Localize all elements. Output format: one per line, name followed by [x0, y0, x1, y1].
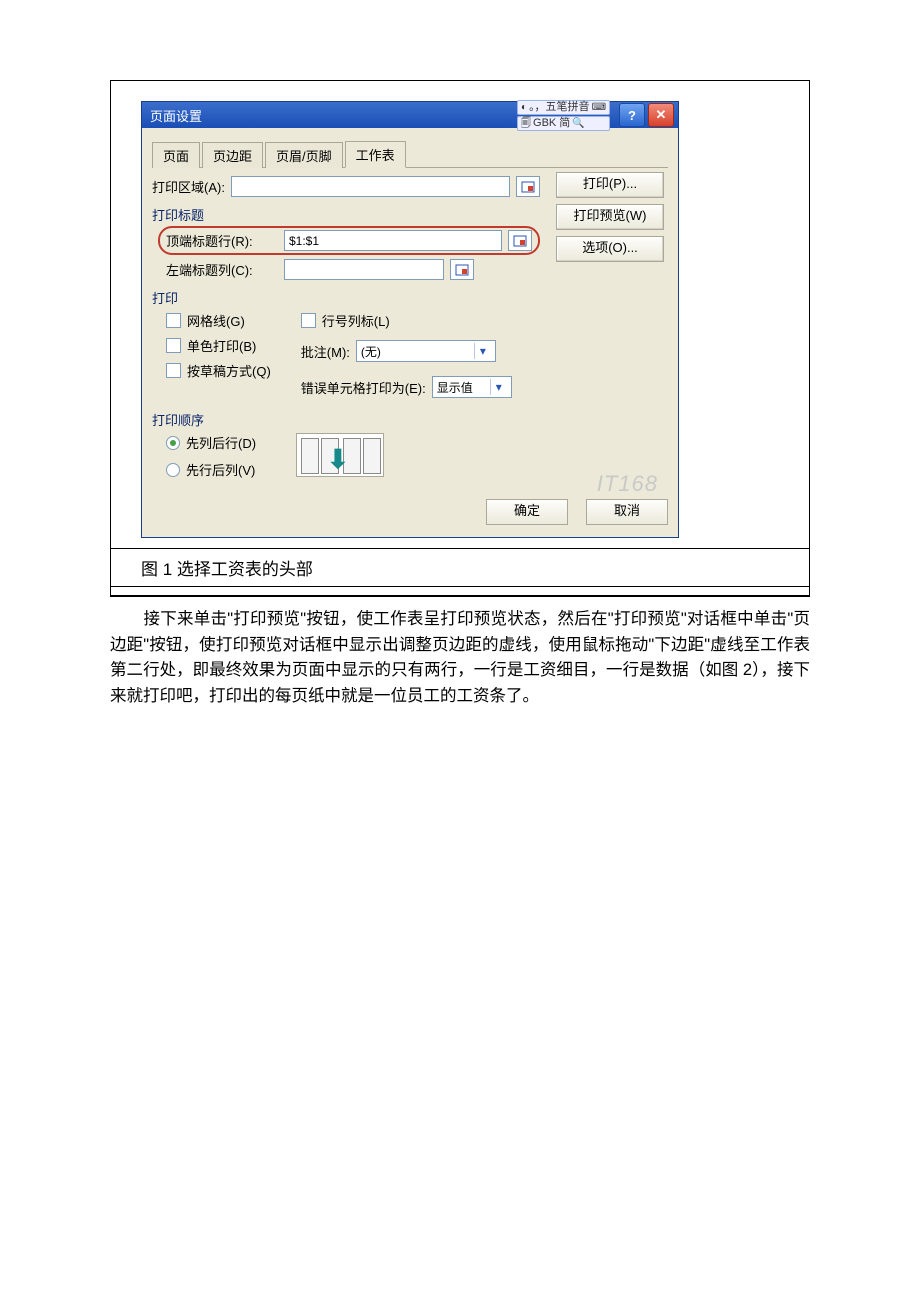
btn-label: 确定	[514, 503, 540, 518]
checkbox-rowcol-headers[interactable]: 行号列标(L)	[301, 311, 512, 330]
checkbox-gridlines[interactable]: 网格线(G)	[166, 311, 271, 330]
btn-label: 取消	[614, 503, 640, 518]
dialog-titlebar: 页面设置 ◐ 。，五笔拼音 ⌨ 🗐 GBK 简 🔍	[142, 102, 678, 128]
input-value: $1:$1	[289, 234, 319, 248]
side-buttons: 打印(P)... 打印预览(W) 选项(O)...	[556, 172, 664, 262]
ok-button[interactable]: 确定	[486, 499, 568, 525]
checkbox-icon	[166, 313, 181, 328]
top-title-row-label: 顶端标题行(R):	[166, 231, 278, 250]
left-title-col-label: 左端标题列(C):	[166, 260, 278, 279]
dialog-body: 页面 页边距 页眉/页脚 工作表 打印(P)... 打印预览(W) 选项(O).…	[142, 128, 678, 537]
select-value: 显示值	[437, 379, 473, 396]
keyboard-small-icon: ⌨	[592, 101, 606, 114]
dialog-title: 页面设置	[150, 106, 202, 125]
tab-label: 页边距	[213, 149, 252, 164]
checkbox-draft[interactable]: 按草稿方式(Q)	[166, 361, 271, 380]
chevron-down-icon: ▾	[474, 343, 491, 359]
radio-label: 先行后列(V)	[186, 460, 255, 479]
chk-label: 行号列标(L)	[322, 311, 390, 330]
top-title-row-input[interactable]: $1:$1	[284, 230, 502, 251]
radio-col-first[interactable]: 先列后行(D)	[166, 433, 256, 452]
left-title-col-input[interactable]	[284, 259, 444, 280]
figure-cell: 页面设置 ◐ 。，五笔拼音 ⌨ 🗐 GBK 简 🔍	[111, 81, 809, 549]
tab-header-footer[interactable]: 页眉/页脚	[265, 142, 343, 168]
ime-row-top: ◐ 。，五笔拼音 ⌨	[517, 100, 610, 115]
ime-top-text: 。，五笔拼音	[529, 101, 590, 114]
tab-margins[interactable]: 页边距	[202, 142, 263, 168]
watermark: IT168	[597, 471, 658, 497]
top-title-row-highlight: 顶端标题行(R): $1:$1	[158, 226, 540, 255]
ime-indicator: ◐ 。，五笔拼音 ⌨ 🗐 GBK 简 🔍	[517, 100, 610, 131]
print-area-input[interactable]	[231, 176, 510, 197]
print-group-label: 打印	[152, 288, 540, 307]
errors-select[interactable]: 显示值 ▾	[432, 376, 512, 398]
errors-label: 错误单元格打印为(E):	[301, 378, 426, 397]
chevron-down-icon: ▾	[490, 379, 507, 395]
range-picker-icon[interactable]	[508, 230, 532, 251]
radio-icon	[166, 436, 180, 450]
left-column: 打印区域(A): 打印标题 顶端标题行(R): $1:$1	[152, 176, 540, 479]
print-button[interactable]: 打印(P)...	[556, 172, 664, 198]
btn-label: 打印预览(W)	[574, 208, 647, 223]
arrow-down-icon: ⬇	[327, 444, 349, 475]
radio-row-first[interactable]: 先行后列(V)	[166, 460, 256, 479]
order-illustration: ⬇	[296, 433, 384, 477]
chk-label: 网格线(G)	[187, 311, 245, 330]
errors-row: 错误单元格打印为(E): 显示值 ▾	[301, 376, 512, 398]
select-value: (无)	[361, 343, 381, 360]
print-order-section: 先列后行(D) 先行后列(V) ⬇	[166, 433, 540, 479]
print-area-label: 打印区域(A):	[152, 177, 225, 196]
range-picker-icon[interactable]	[450, 259, 474, 280]
checkbox-icon	[166, 338, 181, 353]
close-icon: ✕	[656, 107, 667, 123]
chk-label: 单色打印(B)	[187, 336, 256, 355]
figure-caption: 图 1 选择工资表的头部	[111, 549, 809, 587]
left-title-col-row: 左端标题列(C):	[166, 259, 540, 280]
close-button[interactable]: ✕	[648, 103, 674, 127]
comments-select[interactable]: (无) ▾	[356, 340, 496, 362]
print-options: 网格线(G) 单色打印(B) 按草稿方式(Q) 行号列标(L) 批注(M): (…	[166, 311, 540, 402]
tab-label: 页眉/页脚	[276, 149, 332, 164]
btn-label: 打印(P)...	[583, 176, 637, 191]
print-preview-button[interactable]: 打印预览(W)	[556, 204, 664, 230]
help-icon: ?	[628, 108, 636, 123]
document-frame: 页面设置 ◐ 。，五笔拼音 ⌨ 🗐 GBK 简 🔍	[110, 80, 810, 597]
page-setup-dialog: 页面设置 ◐ 。，五笔拼音 ⌨ 🗐 GBK 简 🔍	[141, 101, 679, 538]
tab-strip: 页面 页边距 页眉/页脚 工作表	[152, 140, 668, 168]
chk-label: 按草稿方式(Q)	[187, 361, 271, 380]
btn-label: 选项(O)...	[582, 240, 638, 255]
tab-label: 页面	[163, 149, 189, 164]
separator-row	[111, 587, 809, 596]
tab-label: 工作表	[356, 148, 395, 163]
help-button[interactable]: ?	[619, 103, 645, 127]
comments-label: 批注(M):	[301, 342, 350, 361]
comments-row: 批注(M): (无) ▾	[301, 340, 512, 362]
ime-dot-icon: ◐	[521, 101, 527, 114]
print-area-row: 打印区域(A):	[152, 176, 540, 197]
range-picker-icon[interactable]	[516, 176, 540, 197]
print-titles-group-label: 打印标题	[152, 205, 540, 224]
checkbox-mono[interactable]: 单色打印(B)	[166, 336, 271, 355]
checkbox-icon	[166, 363, 181, 378]
options-button[interactable]: 选项(O)...	[556, 236, 664, 262]
print-order-label: 打印顺序	[152, 410, 540, 429]
radio-icon	[166, 463, 180, 477]
radio-label: 先列后行(D)	[186, 433, 256, 452]
dialog-footer: 确定 取消	[152, 499, 668, 525]
tab-sheet[interactable]: 工作表	[345, 141, 406, 168]
tab-page[interactable]: 页面	[152, 142, 200, 168]
checkbox-icon	[301, 313, 316, 328]
body-paragraph: 接下来单击"打印预览"按钮，使工作表呈打印预览状态，然后在"打印预览"对话框中单…	[110, 597, 810, 709]
cancel-button[interactable]: 取消	[586, 499, 668, 525]
